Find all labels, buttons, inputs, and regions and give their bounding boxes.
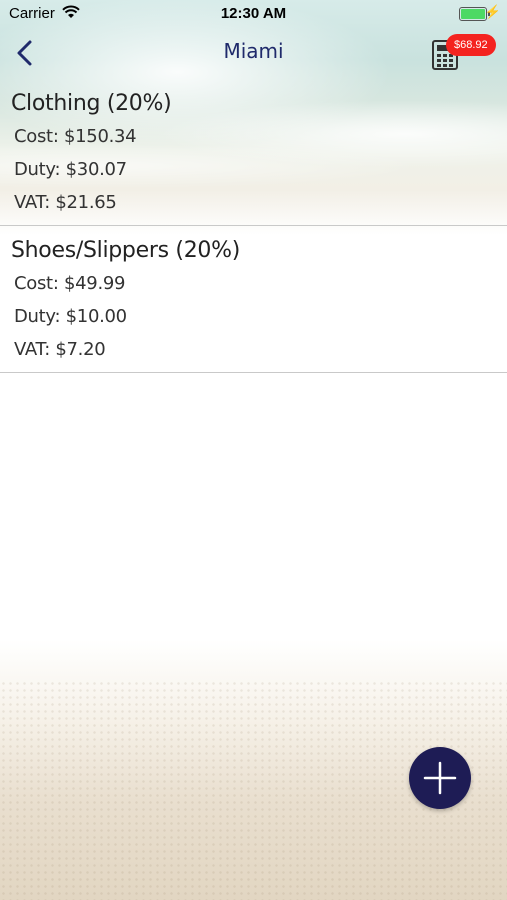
add-item-button[interactable]: [409, 747, 471, 809]
item-title: Shoes/Slippers (20%): [11, 238, 240, 263]
list-item[interactable]: Shoes/Slippers (20%) Cost: $49.99 Duty: …: [0, 226, 507, 373]
item-vat: VAT: $21.65: [14, 192, 117, 213]
status-bar: Carrier 12:30 AM ⚡: [0, 0, 507, 28]
total-badge[interactable]: $68.92: [446, 34, 496, 56]
list-item[interactable]: Clothing (20%) Cost: $150.34 Duty: $30.0…: [0, 79, 507, 226]
duty-item-list: Clothing (20%) Cost: $150.34 Duty: $30.0…: [0, 79, 507, 373]
item-title: Clothing (20%): [11, 91, 172, 116]
plus-icon: [423, 761, 457, 795]
item-cost: Cost: $49.99: [14, 273, 126, 294]
clock: 12:30 AM: [220, 5, 287, 22]
battery-icon: [459, 7, 490, 21]
item-vat: VAT: $7.20: [14, 339, 106, 360]
item-cost: Cost: $150.34: [14, 126, 137, 147]
item-duty: Duty: $30.07: [14, 159, 127, 180]
item-duty: Duty: $10.00: [14, 306, 127, 327]
charging-icon: ⚡: [484, 4, 501, 19]
navigation-bar: Miami $68.92: [0, 28, 507, 78]
